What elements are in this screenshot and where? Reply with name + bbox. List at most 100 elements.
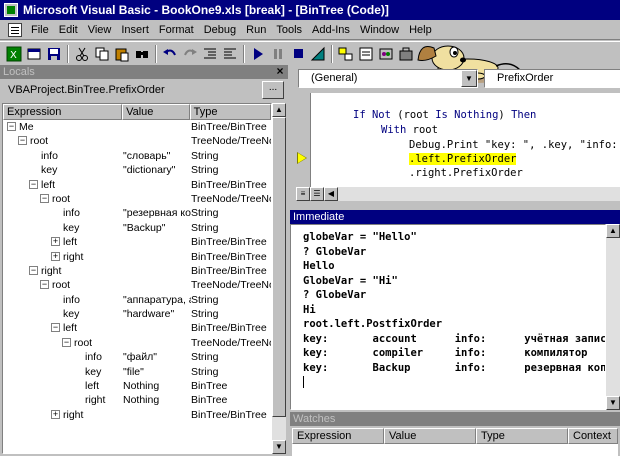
scroll-thumb[interactable]	[272, 117, 286, 417]
scroll-down-icon[interactable]: ▼	[272, 440, 286, 454]
menu-view[interactable]: View	[83, 24, 117, 36]
collapse-icon[interactable]: −	[40, 280, 49, 290]
collapse-icon[interactable]: −	[29, 265, 38, 275]
scroll-left-icon[interactable]: ◀	[324, 187, 338, 201]
column-header-type[interactable]: Type	[476, 428, 568, 444]
locals-rows: −MeBinTree/BinTree−rootTreeNode/TreeNode…	[3, 120, 271, 422]
locals-row[interactable]: −root TreeNode/TreeNode	[3, 278, 271, 292]
immediate-editor[interactable]: globeVar = "Hello" ? GlobeVar Hello GlobeVa…	[290, 224, 606, 410]
locals-row[interactable]: info "файл" String	[3, 350, 271, 364]
locals-row[interactable]: + right BinTree/BinTree	[3, 250, 271, 264]
menu-add-ins[interactable]: Add-Ins	[307, 24, 355, 36]
menu-window[interactable]: Window	[355, 24, 404, 36]
collapse-icon[interactable]: −	[7, 122, 16, 131]
locals-row[interactable]: − left BinTree/BinTree	[3, 321, 271, 335]
copy-icon[interactable]	[92, 44, 112, 64]
scroll-up-icon[interactable]: ▲	[606, 224, 620, 238]
insert-userform-icon[interactable]	[24, 44, 44, 64]
find-icon[interactable]	[132, 44, 152, 64]
locals-row[interactable]: info "словарь" String	[3, 149, 271, 163]
menu-tools[interactable]: Tools	[271, 24, 307, 36]
code-horizontal-scrollbar[interactable]: ≡ ☰ ◀	[296, 187, 620, 201]
cut-icon[interactable]	[72, 44, 92, 64]
locals-row[interactable]: −root TreeNode/TreeNode	[3, 192, 271, 206]
view-excel-icon[interactable]: X	[4, 44, 24, 64]
locals-row[interactable]: info "аппаратура, аппаратные средства"Str…	[3, 293, 271, 307]
run-icon[interactable]	[248, 44, 268, 64]
column-header-value[interactable]: Value	[122, 104, 190, 120]
scroll-up-icon[interactable]: ▲	[272, 103, 286, 117]
locals-row[interactable]: − right BinTree/BinTree	[3, 264, 271, 278]
column-header-context[interactable]: Context	[568, 428, 618, 444]
column-header-type[interactable]: Type	[189, 104, 271, 120]
collapse-icon[interactable]: −	[40, 193, 49, 203]
call-stack-button[interactable]: ...	[262, 81, 284, 99]
collapse-icon[interactable]: −	[62, 337, 71, 347]
locals-row[interactable]: key "file" String	[3, 365, 271, 379]
menu-run[interactable]: Run	[241, 24, 271, 36]
locals-row[interactable]: info "резервная копия"String	[3, 206, 271, 220]
column-header-expression[interactable]: Expression	[292, 428, 384, 444]
locals-row[interactable]: − left BinTree/BinTree	[3, 178, 271, 192]
code-line: .right.PrefixOrder	[409, 167, 523, 179]
locals-row[interactable]: left Nothing BinTree	[3, 379, 271, 393]
close-icon[interactable]: ×	[274, 65, 286, 77]
watches-list[interactable]	[292, 444, 618, 456]
indent-icon[interactable]	[200, 44, 220, 64]
locals-row[interactable]: key "Backup" String	[3, 221, 271, 235]
break-icon[interactable]	[268, 44, 288, 64]
project-explorer-icon[interactable]	[336, 44, 356, 64]
paste-icon[interactable]	[112, 44, 132, 64]
menu-file[interactable]: File	[26, 24, 54, 36]
collapse-icon[interactable]: −	[29, 179, 38, 189]
menu-edit[interactable]: Edit	[54, 24, 83, 36]
locals-row[interactable]: − Me BinTree/BinTree	[3, 120, 271, 134]
save-icon[interactable]	[44, 44, 64, 64]
locals-row[interactable]: −root TreeNode/TreeNode	[3, 336, 271, 350]
collapse-icon[interactable]: −	[18, 136, 27, 146]
chevron-down-icon[interactable]: ▼	[461, 70, 477, 87]
procedure-combo[interactable]: PrefixOrder	[484, 69, 620, 88]
properties-icon[interactable]	[356, 44, 376, 64]
immediate-line: Hello	[303, 260, 335, 272]
code-editor[interactable]: If Not (root Is Nothing) Then With root …	[310, 93, 620, 187]
immediate-vertical-scrollbar[interactable]: ▲ ▼	[606, 224, 620, 410]
object-combo[interactable]: (General) ▼	[298, 69, 478, 88]
code-window-icon[interactable]	[8, 22, 22, 37]
locals-row[interactable]: key "dictionary" String	[3, 163, 271, 177]
menu-insert[interactable]: Insert	[116, 24, 154, 36]
column-header-expression[interactable]: Expression	[3, 104, 123, 120]
redo-icon[interactable]	[180, 44, 200, 64]
locals-row[interactable]: + left BinTree/BinTree	[3, 235, 271, 249]
locals-expression: root	[74, 336, 93, 349]
code-margin-bar[interactable]	[296, 93, 310, 187]
design-mode-icon[interactable]	[308, 44, 328, 64]
scroll-down-icon[interactable]: ▼	[606, 396, 620, 410]
menu-format[interactable]: Format	[154, 24, 199, 36]
column-header-value[interactable]: Value	[384, 428, 476, 444]
expand-icon[interactable]: +	[51, 409, 60, 419]
object-browser-icon[interactable]	[376, 44, 396, 64]
locals-row[interactable]: right Nothing BinTree	[3, 393, 271, 407]
locals-row[interactable]: key "hardware" String	[3, 307, 271, 321]
locals-row[interactable]: −root TreeNode/TreeNode	[3, 134, 271, 148]
procedure-view-icon[interactable]: ≡	[296, 187, 310, 201]
undo-icon[interactable]	[160, 44, 180, 64]
expand-icon[interactable]: +	[51, 237, 60, 247]
collapse-icon[interactable]: −	[51, 323, 60, 333]
locals-type: String	[191, 293, 219, 306]
locals-vertical-scrollbar[interactable]: ▲ ▼	[272, 103, 286, 454]
locals-expression: key	[63, 221, 80, 234]
immediate-line: GlobeVar = "Hi"	[303, 274, 398, 287]
code-window: (General) ▼ PrefixOrder If Not (root Is …	[290, 65, 620, 205]
full-module-view-icon[interactable]: ☰	[310, 187, 324, 201]
menu-help[interactable]: Help	[404, 24, 437, 36]
vba-app-icon[interactable]	[4, 3, 18, 17]
reset-icon[interactable]	[288, 44, 308, 64]
menu-debug[interactable]: Debug	[199, 24, 241, 36]
locals-row[interactable]: + right BinTree/BinTree	[3, 408, 271, 422]
locals-list[interactable]: Expression Value Type − Me BinTree/BinTree…	[2, 103, 272, 454]
expand-icon[interactable]: +	[51, 251, 60, 261]
outdent-icon[interactable]	[220, 44, 240, 64]
locals-expression: Me	[19, 121, 34, 133]
